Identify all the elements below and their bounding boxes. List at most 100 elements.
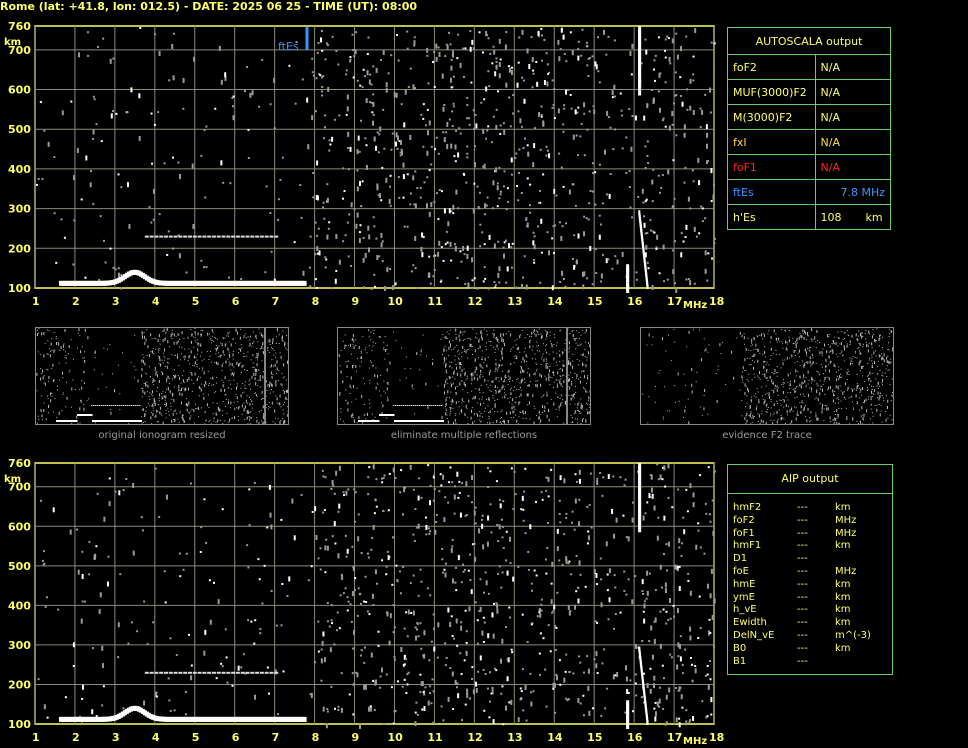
noise-dot [704, 93, 707, 96]
noise-dot [479, 578, 482, 581]
thumbnail-dot [167, 387, 169, 391]
thumbnail-dot [891, 331, 893, 333]
noise-dot [192, 223, 195, 229]
noise-dot [335, 233, 338, 239]
thumbnail-dot [173, 375, 175, 377]
thumbnail-dot [509, 376, 511, 380]
noise-dot [465, 650, 468, 656]
thumbnail-dot [805, 384, 807, 386]
noise-dot [628, 108, 631, 111]
noise-dot [173, 32, 176, 35]
thumbnail-dot [787, 406, 789, 408]
noise-dot [354, 577, 357, 580]
noise-dot [444, 55, 447, 58]
thumbnail-dot [40, 377, 42, 381]
thumbnail-dot [757, 336, 759, 338]
noise-dot [591, 283, 594, 286]
thumbnail-dot [179, 359, 181, 361]
thumbnail-dot [473, 396, 475, 400]
thumbnail-dot [144, 421, 146, 423]
noise-dot [420, 647, 423, 650]
autoscala-row: M(3000)F2 N/A [727, 104, 892, 130]
noise-dot [463, 253, 466, 256]
thumbnail-dot [179, 410, 181, 412]
thumbnail-dot [842, 391, 844, 395]
thumbnail-dot [646, 344, 648, 346]
thumbnail-dot [891, 350, 893, 352]
thumbnail-dot [699, 406, 701, 408]
thumbnail-dot [184, 348, 186, 350]
thumbnail-dot [164, 403, 166, 405]
thumbnail-dot [868, 357, 870, 359]
thumbnail-dot [179, 390, 181, 392]
thumbnail-dot [141, 416, 143, 418]
thumbnail-dot [204, 412, 206, 414]
noise-dot [345, 113, 348, 116]
thumbnail-dot [366, 352, 368, 354]
noise-dot [649, 473, 652, 476]
thumbnail-dot [487, 398, 489, 400]
noise-dot [358, 150, 361, 153]
autoscala-row: foF1 N/A [727, 154, 892, 180]
thumbnail-dot [179, 412, 181, 414]
noise-dot [662, 677, 665, 680]
thumbnail-dot [183, 370, 185, 372]
noise-dot [606, 193, 609, 196]
thumbnail-dot [493, 333, 495, 337]
thumbnail-dot [563, 374, 565, 376]
noise-dot [311, 115, 314, 121]
thumbnail-dot [518, 396, 520, 398]
noise-dot [390, 54, 393, 57]
thumbnail-dot [368, 336, 370, 338]
thumbnail-dot [569, 386, 571, 390]
noise-dot [701, 109, 704, 115]
noise-dot [553, 117, 556, 120]
thumbnail-dot [861, 335, 863, 337]
thumbnail-dot [759, 352, 761, 354]
noise-dot [598, 214, 601, 217]
thumbnail-dot [55, 335, 57, 337]
noise-dot [485, 204, 488, 207]
thumbnail-dot [387, 353, 389, 355]
thumbnail-dot [272, 373, 274, 375]
noise-dot [593, 658, 596, 661]
thumbnail-dot [546, 359, 548, 361]
noise-dot [190, 675, 193, 681]
thumbnail-dot [242, 383, 244, 385]
thumbnail-dot [160, 371, 162, 373]
noise-dot [469, 553, 472, 556]
noise-dot [498, 38, 501, 44]
thumbnail-dot [205, 380, 207, 384]
noise-dot [419, 568, 422, 571]
noise-dot [112, 110, 115, 113]
thumbnail-dot [544, 330, 546, 332]
thumbnail-dot [254, 368, 256, 372]
autoscala-row: fxI N/A [727, 129, 892, 155]
thumbnail-dot [240, 348, 242, 352]
noise-dot [426, 176, 429, 179]
thumbnail-dot [389, 361, 391, 365]
thumbnail-dot [859, 351, 861, 355]
noise-dot [47, 141, 50, 147]
noise-dot [645, 244, 648, 250]
noise-dot [97, 45, 100, 48]
noise-dot [518, 171, 521, 174]
noise-dot [561, 563, 564, 566]
thumbnail-dot [574, 410, 576, 414]
noise-dot [448, 31, 451, 34]
noise-dot [185, 271, 188, 274]
thumbnail-dot [513, 411, 515, 413]
thumbnail-dot [560, 402, 562, 404]
thumbnail-dot [573, 338, 575, 340]
thumbnail-dot [221, 370, 223, 372]
thumbnail-dot [459, 365, 461, 369]
thumbnail-dot [856, 385, 858, 389]
thumbnail-dot [543, 343, 545, 345]
noise-dot [538, 112, 541, 118]
thumbnail-dot [867, 387, 869, 389]
thumbnail-dot [48, 348, 50, 350]
noise-dot [352, 48, 355, 51]
thumbnail-dot [501, 339, 503, 343]
thumbnail-dot [452, 376, 454, 378]
thumbnail-dot [757, 420, 759, 422]
